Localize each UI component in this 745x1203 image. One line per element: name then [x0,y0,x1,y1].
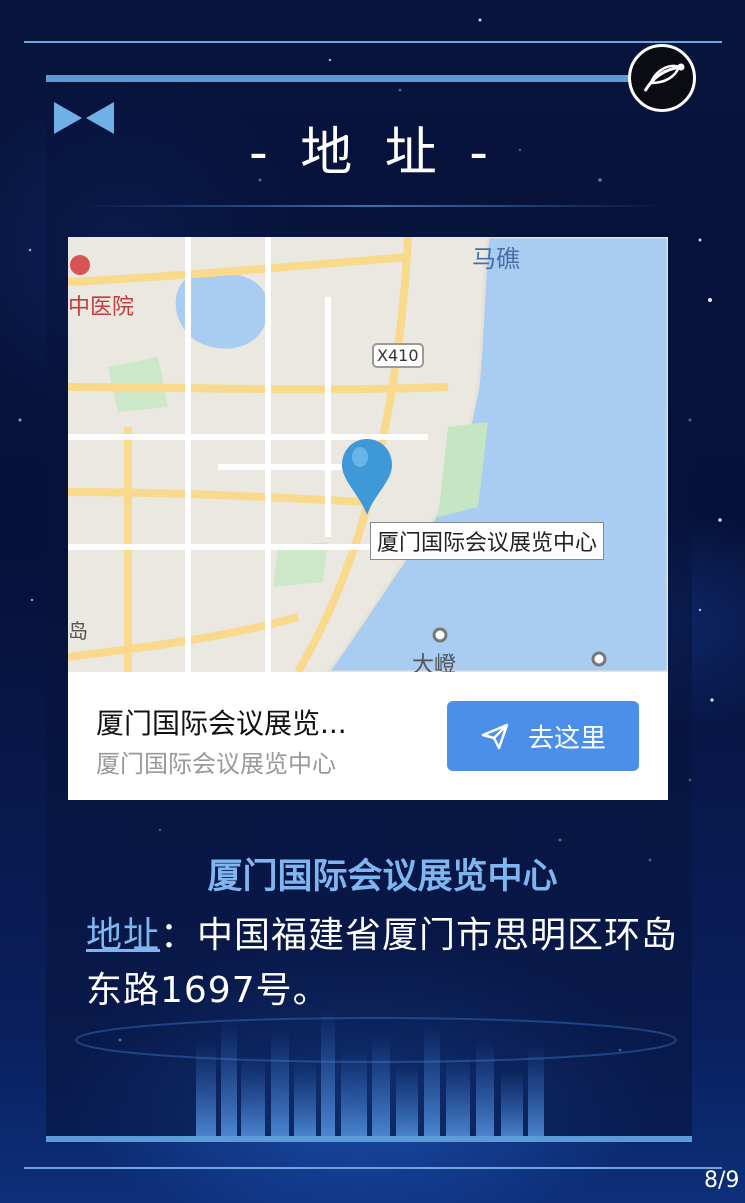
panel-bottom-bar [46,1136,692,1142]
map-label-edge: 岛 [68,619,88,643]
slide-page: - 地 址 - 马礁 中医院 X410 厦门国际会议展览中心 大嶝 岛 厦门国际… [0,0,745,1203]
title-divider [80,205,666,207]
map-label-majiao: 马礁 [472,245,520,273]
place-name: 厦门国际会议展览... [96,707,347,740]
map-label-dakeng: 大嶝 [412,653,457,672]
address-separator: ： [160,915,198,956]
venue-name: 厦门国际会议展览中心 [207,857,558,897]
bottom-rule-line [24,1167,722,1169]
map-view[interactable]: 马礁 中医院 X410 厦门国际会议展览中心 大嶝 岛 [68,237,668,672]
place-subtitle: 厦门国际会议展览中心 [96,750,336,778]
address-link[interactable]: 地址 [86,915,160,956]
navigate-button[interactable]: 去这里 [447,701,639,771]
page-title: - 地 址 - [248,123,497,183]
map-road-badge: X410 [372,343,424,368]
navigate-arrow-icon [481,723,509,750]
address-block: 地址：中国福建省厦门市思明区环岛东路1697号。 [86,908,686,1018]
map-pin-icon [342,439,392,515]
page-indicator: 8/9 [704,1168,740,1193]
map-poi-label[interactable]: 厦门国际会议展览中心 [370,522,605,560]
share-button[interactable] [628,44,696,112]
panel-top-bar [46,75,646,82]
top-rule-line [24,41,722,43]
map-label-hospital: 中医院 [68,295,135,320]
city-skyline-decoration [75,1010,677,1140]
location-info-bar: 厦门国际会议展览... 厦门国际会议展览中心 去这里 [68,672,668,800]
share-icon [643,63,685,92]
map-card[interactable]: 马礁 中医院 X410 厦门国际会议展览中心 大嶝 岛 厦门国际会议展览... … [68,237,668,800]
navigate-button-label: 去这里 [527,723,606,754]
